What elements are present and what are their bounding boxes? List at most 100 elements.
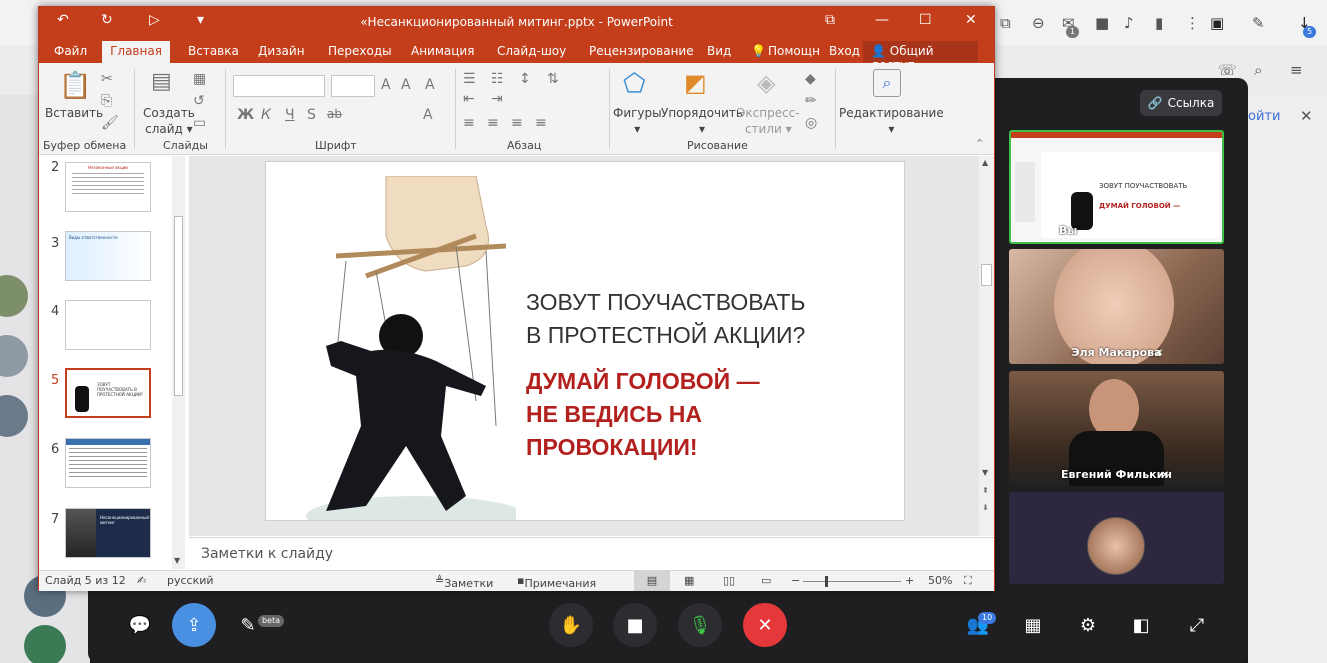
raise-hand-button[interactable]: ✋ <box>549 603 593 647</box>
participant-tile[interactable]: Евгений Филькин ✕ <box>1009 371 1224 486</box>
thumbnail-slide-6[interactable] <box>65 438 151 488</box>
sign-in-link[interactable]: Вход <box>829 44 860 58</box>
clear-format-icon[interactable]: A <box>425 77 435 93</box>
next-slide-icon[interactable]: ⇟ <box>982 503 989 512</box>
share-button[interactable]: 👤 Общий доступ <box>863 41 978 72</box>
line-spacing-icon[interactable]: ↕ <box>519 71 531 87</box>
thumbnail-slide-4[interactable] <box>65 300 151 350</box>
tab-slideshow[interactable]: Слайд-шоу <box>497 44 566 58</box>
font-color-button[interactable]: A <box>423 107 433 123</box>
participant-tile-you[interactable]: ЗОВУТ ПОУЧАСТВОВАТЬ ДУМАЙ ГОЛОВОЙ — Вы <box>1009 130 1224 244</box>
tab-design[interactable]: Дизайн <box>258 44 305 58</box>
decrease-font-icon[interactable]: A <box>401 77 411 93</box>
tab-help[interactable]: Помощн <box>768 44 820 58</box>
shape-outline-icon[interactable]: ✏ <box>805 93 817 109</box>
cut-icon[interactable]: ✂ <box>101 71 113 87</box>
bold-button[interactable]: Ж <box>237 107 254 123</box>
shape-fill-icon[interactable]: ◆ <box>805 71 816 87</box>
normal-view-icon[interactable]: ▤ <box>634 571 670 591</box>
scroll-down-icon[interactable]: ▼ <box>174 556 180 565</box>
thumbnail-slide-7[interactable]: Несанкционированный митинг <box>65 508 151 558</box>
share-icon[interactable]: ⧉ <box>1000 14 1011 32</box>
avatar[interactable] <box>24 625 66 663</box>
avatar[interactable] <box>0 335 28 377</box>
spellcheck-icon[interactable]: ✍ <box>137 574 146 587</box>
leave-link[interactable]: ойти <box>1248 109 1280 124</box>
reading-view-icon[interactable]: ▯▯ <box>723 574 735 587</box>
format-painter-icon[interactable]: 🖌 <box>101 115 119 131</box>
align-left-icon[interactable]: ≡ <box>463 115 475 131</box>
previous-slide-icon[interactable]: ⇞ <box>982 486 989 495</box>
camera-button[interactable]: ■ <box>613 603 657 647</box>
avatar[interactable] <box>0 275 28 317</box>
menu-icon[interactable]: ≡ <box>1290 61 1303 79</box>
new-slide-button[interactable]: Создать слайд ▾ <box>143 105 195 137</box>
fullscreen-button[interactable]: ⤢ <box>1175 603 1219 647</box>
office-icon[interactable]: ▣ <box>1210 14 1224 32</box>
numbering-icon[interactable]: ☷ <box>491 71 504 87</box>
chat-button[interactable]: 💬 <box>118 603 162 647</box>
font-name-dropdown[interactable] <box>233 75 325 97</box>
current-slide[interactable]: ЗОВУТ ПОУЧАСТВОВАТЬ В ПРОТЕСТНОЙ АКЦИИ? … <box>265 161 905 521</box>
text-direction-icon[interactable]: ⇅ <box>547 71 559 87</box>
quick-styles-button[interactable]: Экспресс-стили ▾ <box>737 105 800 137</box>
align-right-icon[interactable]: ≡ <box>511 115 523 131</box>
language-label[interactable]: русский <box>167 574 214 587</box>
participant-tile[interactable] <box>1009 492 1224 584</box>
screen-share-button[interactable]: ⇪ <box>172 603 216 647</box>
tab-insert[interactable]: Вставка <box>188 44 239 58</box>
paste-button[interactable]: Вставить <box>45 105 103 121</box>
copy-icon[interactable]: ⎘ <box>101 93 112 109</box>
section-icon[interactable]: ▭ <box>193 115 206 131</box>
tab-transitions[interactable]: Переходы <box>328 44 392 58</box>
tab-home[interactable]: Главная <box>102 41 170 63</box>
settings-button[interactable]: ⚙ <box>1066 603 1110 647</box>
tab-review[interactable]: Рецензирование <box>589 44 694 58</box>
tab-animations[interactable]: Анимация <box>411 44 474 58</box>
pip-button[interactable]: ◧ <box>1119 603 1163 647</box>
align-center-icon[interactable]: ≡ <box>487 115 499 131</box>
microphone-button[interactable]: 🎙 <box>678 603 722 647</box>
comments-toggle[interactable]: ▪ Примечания <box>517 574 596 590</box>
reset-icon[interactable]: ↺ <box>193 93 205 109</box>
zoom-icon[interactable]: ⊖ <box>1032 14 1045 32</box>
thumbnails-scrollbar[interactable]: ▼ <box>172 156 185 569</box>
thumbnail-slide-3[interactable]: Виды ответственности <box>65 231 151 281</box>
fit-slide-icon[interactable]: ⛶ <box>964 574 972 588</box>
shape-effects-icon[interactable]: ◎ <box>805 115 817 131</box>
close-icon[interactable]: ✕ <box>1300 107 1313 125</box>
more-icon[interactable]: ⋮ <box>1185 14 1200 32</box>
scroll-down-icon[interactable]: ▼ <box>982 468 988 477</box>
shadow-button[interactable]: S <box>307 107 316 123</box>
scroll-thumb[interactable] <box>981 264 992 286</box>
zoom-out-icon[interactable]: − <box>791 574 800 587</box>
font-size-dropdown[interactable] <box>331 75 375 97</box>
thumbnail-slide-5[interactable]: ЗОВУТ ПОУЧАСТВОВАТЬ В ПРОТЕСТНОЙ АКЦИИ? <box>65 368 151 418</box>
zoom-in-icon[interactable]: + <box>905 574 914 587</box>
end-call-button[interactable]: ✕ <box>743 603 787 647</box>
collapse-ribbon-icon[interactable]: ⌃ <box>975 137 984 150</box>
shapes-button[interactable]: Фигуры ▾ <box>613 105 662 137</box>
participants-button[interactable]: 👥 <box>956 603 1000 647</box>
ribbon-display-icon[interactable]: ⧉ <box>825 12 835 28</box>
thumbnail-slide-2[interactable]: Незаконные акции <box>65 162 151 212</box>
search-icon[interactable]: ⌕ <box>1254 61 1262 79</box>
maximize-icon[interactable]: ☐ <box>919 12 932 28</box>
tab-file[interactable]: Файл <box>54 44 87 58</box>
avatar[interactable] <box>0 395 28 437</box>
increase-font-icon[interactable]: A <box>381 77 391 93</box>
notes-pane[interactable]: Заметки к слайду <box>189 537 994 569</box>
slide-scrollbar[interactable]: ▲ ▼ ⇞ ⇟ <box>979 156 994 536</box>
participant-tile[interactable]: Эля Макарова ✕ <box>1009 249 1224 364</box>
layout-icon[interactable]: ▦ <box>193 71 206 87</box>
scroll-up-icon[interactable]: ▲ <box>982 158 988 167</box>
edit-icon[interactable]: ✎ <box>1252 14 1265 32</box>
justify-icon[interactable]: ≡ <box>535 115 547 131</box>
scroll-thumb[interactable] <box>174 216 183 396</box>
phone-icon[interactable]: ☏ <box>1218 61 1237 79</box>
copy-link-button[interactable]: 🔗 Ссылка <box>1140 90 1222 116</box>
zoom-slider[interactable] <box>803 581 901 582</box>
mic-icon[interactable]: ♪ <box>1124 14 1134 32</box>
increase-indent-icon[interactable]: ⇥ <box>491 91 503 107</box>
tab-view[interactable]: Вид <box>707 44 731 58</box>
